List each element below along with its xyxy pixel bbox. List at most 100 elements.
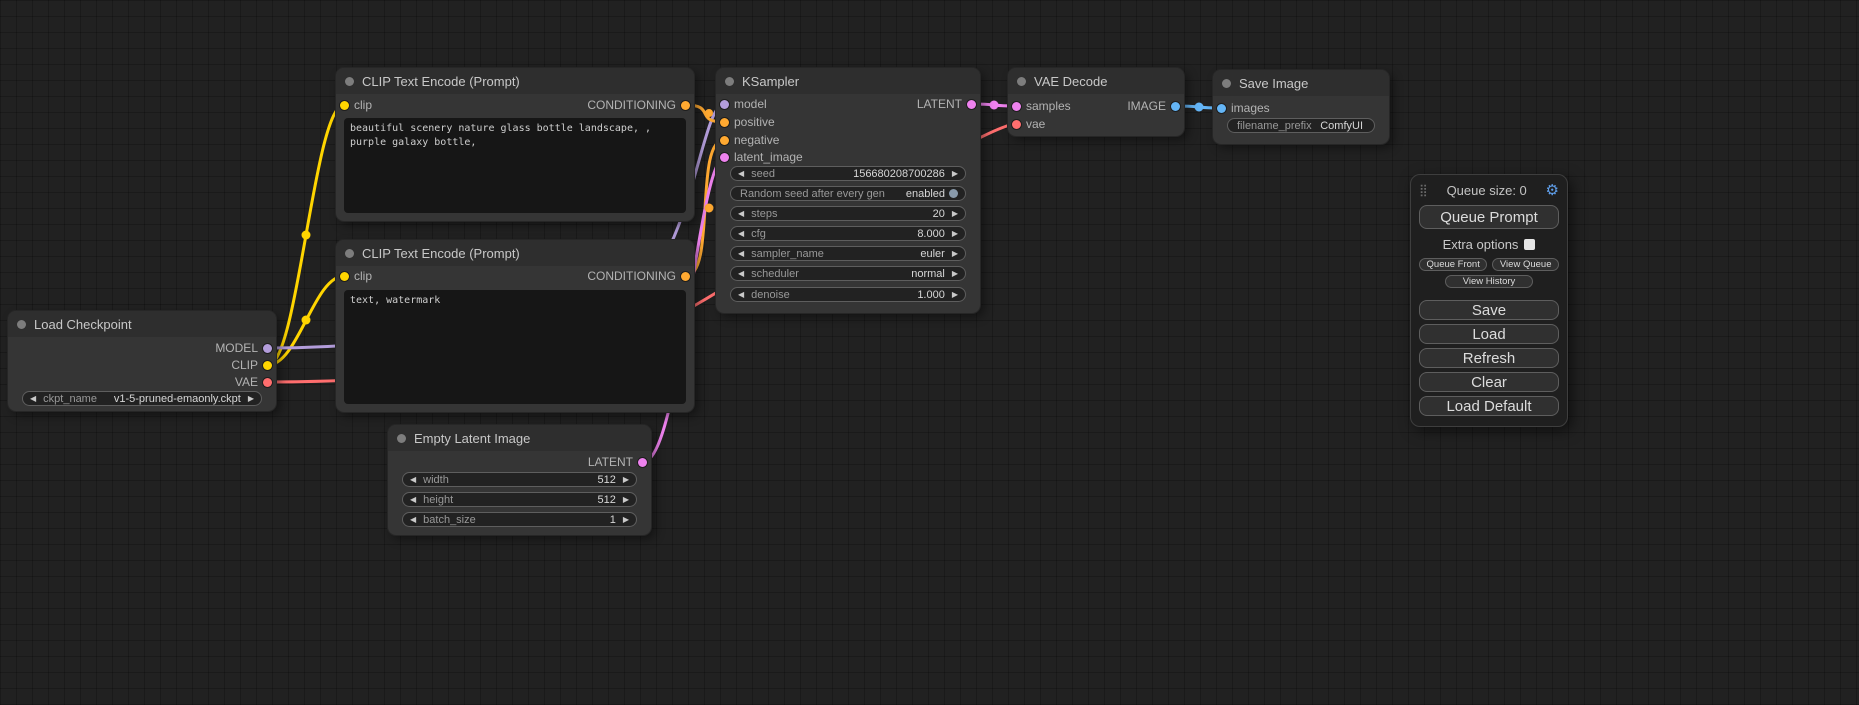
queue-prompt-button[interactable]: Queue Prompt	[1419, 205, 1559, 229]
node-title-bar[interactable]: CLIP Text Encode (Prompt)	[336, 68, 694, 94]
widget-denoise[interactable]: ◀ denoise 1.000 ▶	[730, 287, 966, 302]
view-history-button[interactable]: View History	[1445, 275, 1533, 288]
widget-random-seed-toggle[interactable]: Random seed after every gen enabled	[730, 186, 966, 201]
decrement-arrow-icon[interactable]: ◀	[738, 247, 744, 260]
node-collapse-dot-icon[interactable]	[345, 249, 354, 258]
widget-batch-size[interactable]: ◀ batch_size 1 ▶	[402, 512, 637, 527]
node-title-bar[interactable]: CLIP Text Encode (Prompt)	[336, 240, 694, 266]
node-graph-canvas[interactable]: Load Checkpoint MODEL CLIP VAE ◀ ckpt_na…	[0, 0, 1859, 705]
widget-steps[interactable]: ◀ steps 20 ▶	[730, 206, 966, 221]
slot-dot-model[interactable]	[263, 344, 272, 353]
node-title-bar[interactable]: VAE Decode	[1008, 68, 1184, 94]
settings-gear-icon[interactable]: ⚙	[1546, 181, 1559, 199]
save-button[interactable]: Save	[1419, 300, 1559, 320]
widget-name: seed	[751, 168, 853, 180]
slot-dot-latent[interactable]	[720, 153, 729, 162]
slot-dot-conditioning[interactable]	[720, 118, 729, 127]
decrement-arrow-icon[interactable]: ◀	[738, 167, 744, 180]
wire-midpoint-dot	[1195, 103, 1204, 112]
node-collapse-dot-icon[interactable]	[725, 77, 734, 86]
increment-arrow-icon[interactable]: ▶	[952, 227, 958, 240]
node-title-bar[interactable]: Load Checkpoint	[8, 311, 276, 337]
node-title-bar[interactable]: Empty Latent Image	[388, 425, 651, 451]
node-title: Load Checkpoint	[34, 317, 132, 332]
widget-width[interactable]: ◀ width 512 ▶	[402, 472, 637, 487]
node-collapse-dot-icon[interactable]	[1222, 79, 1231, 88]
slot-dot-clip[interactable]	[263, 361, 272, 370]
node-load-checkpoint[interactable]: Load Checkpoint MODEL CLIP VAE ◀ ckpt_na…	[8, 311, 276, 411]
slot-dot-conditioning[interactable]	[681, 272, 690, 281]
node-clip-text-encode-positive[interactable]: CLIP Text Encode (Prompt) clip CONDITION…	[336, 68, 694, 221]
slot-dot-vae[interactable]	[1012, 120, 1021, 129]
decrement-arrow-icon[interactable]: ◀	[410, 513, 416, 526]
slot-label: LATENT	[588, 455, 633, 469]
wire-midpoint-dot	[302, 316, 311, 325]
slot-dot-image[interactable]	[1171, 102, 1180, 111]
output-slot-clip: CLIP	[8, 357, 276, 373]
clear-button[interactable]: Clear	[1419, 372, 1559, 392]
widget-sampler-name[interactable]: ◀ sampler_name euler ▶	[730, 246, 966, 261]
refresh-button[interactable]: Refresh	[1419, 348, 1559, 368]
slot-dot-conditioning[interactable]	[720, 136, 729, 145]
node-clip-text-encode-negative[interactable]: CLIP Text Encode (Prompt) clip CONDITION…	[336, 240, 694, 412]
queue-menu-panel[interactable]: ⣿ Queue size: 0 ⚙ Queue Prompt Extra opt…	[1410, 174, 1568, 427]
drag-handle-icon[interactable]: ⣿	[1419, 183, 1428, 197]
node-ksampler[interactable]: KSampler model LATENT positive negative …	[716, 68, 980, 313]
extra-options-checkbox[interactable]	[1524, 239, 1535, 250]
widget-value: 20	[933, 208, 945, 220]
decrement-arrow-icon[interactable]: ◀	[738, 207, 744, 220]
node-vae-decode[interactable]: VAE Decode samples IMAGE vae	[1008, 68, 1184, 136]
slot-label: CLIP	[231, 358, 258, 372]
increment-arrow-icon[interactable]: ▶	[952, 267, 958, 280]
toggle-knob[interactable]	[949, 189, 958, 198]
increment-arrow-icon[interactable]: ▶	[623, 473, 629, 486]
widget-ckpt-name[interactable]: ◀ ckpt_name v1-5-pruned-emaonly.ckpt ▶	[22, 391, 262, 406]
slot-dot-conditioning[interactable]	[681, 101, 690, 110]
slot-dot-latent[interactable]	[967, 100, 976, 109]
widget-seed[interactable]: ◀ seed 156680208700286 ▶	[730, 166, 966, 181]
increment-arrow-icon[interactable]: ▶	[623, 493, 629, 506]
prompt-text-area[interactable]: beautiful scenery nature glass bottle la…	[344, 118, 686, 213]
node-save-image[interactable]: Save Image images filename_prefix ComfyU…	[1213, 70, 1389, 144]
decrement-arrow-icon[interactable]: ◀	[738, 227, 744, 240]
prompt-text-area[interactable]: text, watermark	[344, 290, 686, 404]
widget-height[interactable]: ◀ height 512 ▶	[402, 492, 637, 507]
queue-front-button[interactable]: Queue Front	[1419, 258, 1487, 271]
slot-dot-latent[interactable]	[638, 458, 647, 467]
widget-filename-prefix[interactable]: filename_prefix ComfyUI	[1227, 118, 1375, 133]
widget-scheduler[interactable]: ◀ scheduler normal ▶	[730, 266, 966, 281]
slot-dot-image[interactable]	[1217, 104, 1226, 113]
widget-value: ComfyUI	[1320, 120, 1363, 132]
node-title-bar[interactable]: KSampler	[716, 68, 980, 94]
widget-value: 512	[597, 494, 615, 506]
node-collapse-dot-icon[interactable]	[345, 77, 354, 86]
increment-arrow-icon[interactable]: ▶	[952, 167, 958, 180]
slot-dot-vae[interactable]	[263, 378, 272, 387]
increment-arrow-icon[interactable]: ▶	[623, 513, 629, 526]
wire-midpoint-dot	[302, 231, 311, 240]
slot-label: IMAGE	[1127, 99, 1166, 113]
wire-midpoint-dot	[705, 204, 714, 213]
widget-name: width	[423, 474, 597, 486]
decrement-arrow-icon[interactable]: ◀	[738, 288, 744, 301]
decrement-arrow-icon[interactable]: ◀	[410, 473, 416, 486]
widget-cfg[interactable]: ◀ cfg 8.000 ▶	[730, 226, 966, 241]
node-collapse-dot-icon[interactable]	[397, 434, 406, 443]
decrement-arrow-icon[interactable]: ◀	[30, 392, 36, 405]
increment-arrow-icon[interactable]: ▶	[952, 207, 958, 220]
widget-name: cfg	[751, 228, 917, 240]
node-title-bar[interactable]: Save Image	[1213, 70, 1389, 96]
node-collapse-dot-icon[interactable]	[1017, 77, 1026, 86]
widget-name: denoise	[751, 289, 917, 301]
load-default-button[interactable]: Load Default	[1419, 396, 1559, 416]
increment-arrow-icon[interactable]: ▶	[952, 247, 958, 260]
node-collapse-dot-icon[interactable]	[17, 320, 26, 329]
node-empty-latent-image[interactable]: Empty Latent Image LATENT ◀ width 512 ▶ …	[388, 425, 651, 535]
increment-arrow-icon[interactable]: ▶	[952, 288, 958, 301]
increment-arrow-icon[interactable]: ▶	[248, 392, 254, 405]
view-queue-button[interactable]: View Queue	[1492, 258, 1559, 271]
decrement-arrow-icon[interactable]: ◀	[410, 493, 416, 506]
decrement-arrow-icon[interactable]: ◀	[738, 267, 744, 280]
widget-name: batch_size	[423, 514, 610, 526]
load-button[interactable]: Load	[1419, 324, 1559, 344]
